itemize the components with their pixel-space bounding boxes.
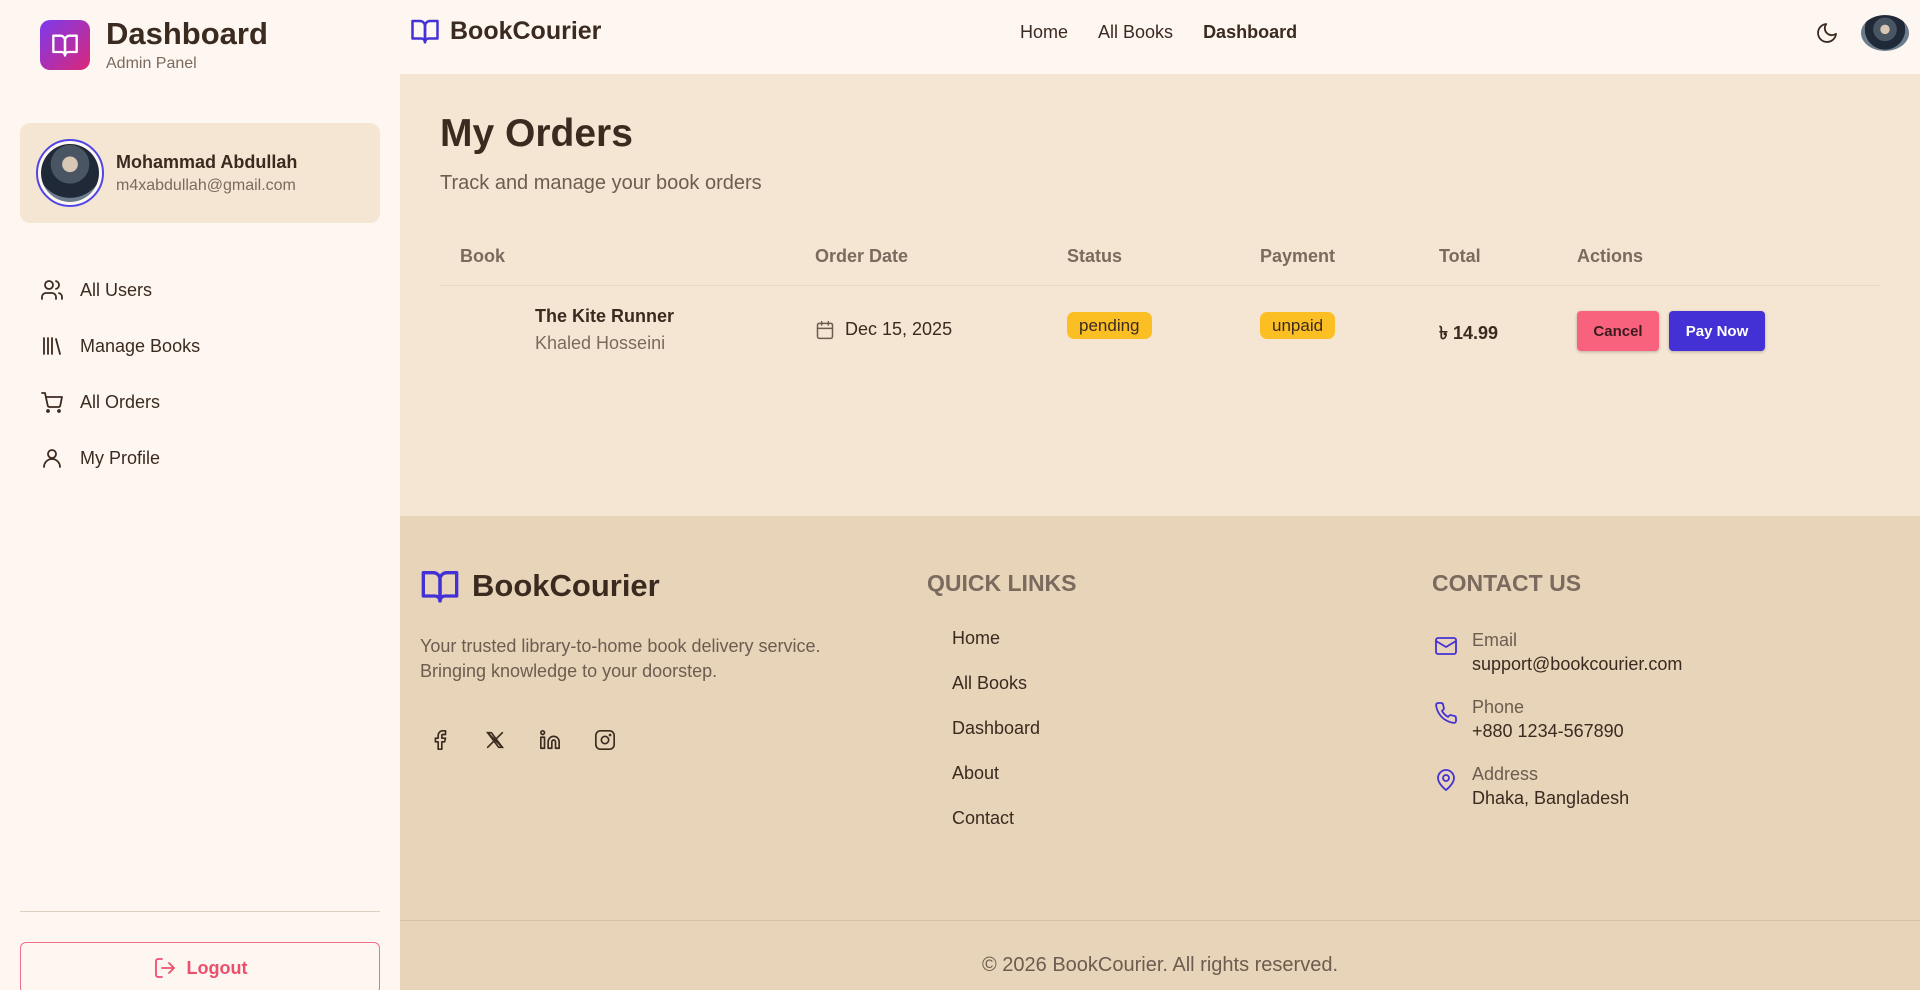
sidebar-title: Dashboard — [106, 16, 268, 51]
contact-phone: Phone +880 1234-567890 — [1432, 697, 1682, 742]
contact-email: Email support@bookcourier.com — [1432, 630, 1682, 675]
footer-brand[interactable]: BookCourier — [420, 566, 660, 606]
instagram-icon[interactable] — [587, 722, 623, 758]
book-open-icon — [420, 566, 460, 606]
status-cell: pending — [1067, 312, 1152, 339]
footer-divider — [400, 920, 1920, 921]
payment-cell: unpaid — [1260, 312, 1336, 339]
social-links — [422, 722, 642, 758]
contact-list: Email support@bookcourier.com Phone +880… — [1432, 630, 1682, 831]
sidebar-divider — [20, 911, 380, 912]
footer-link-dashboard[interactable]: Dashboard — [952, 718, 1040, 763]
moon-icon — [1815, 21, 1839, 50]
order-date: Dec 15, 2025 — [845, 319, 953, 339]
sidebar-item-label: My Profile — [80, 447, 161, 468]
table-row: The Kite Runner Khaled Hosseini Dec 15, … — [440, 286, 1880, 376]
map-pin-icon — [1432, 764, 1460, 809]
contact-address: Address Dhaka, Bangladesh — [1432, 764, 1682, 809]
sidebar-brand[interactable]: Dashboard Admin Panel — [40, 16, 268, 73]
quick-links: Home All Books Dashboard About Contact — [952, 628, 1040, 853]
quick-links-heading: QUICK LINKS — [927, 570, 1077, 596]
user-name: Mohammad Abdullah — [116, 151, 298, 172]
footer-description: Your trusted library-to-home book delive… — [420, 636, 821, 681]
column-header-total: Total — [1439, 246, 1481, 266]
status-badge: pending — [1067, 312, 1152, 339]
sidebar-item-all-users[interactable]: All Users — [40, 262, 380, 318]
table-header: Book Order Date Status Payment Total Act… — [440, 234, 1880, 286]
contact-heading: CONTACT US — [1432, 570, 1582, 596]
phone-icon — [1432, 697, 1460, 742]
book-open-icon — [40, 20, 90, 71]
top-brand-label: BookCourier — [450, 16, 602, 45]
nav-link-dashboard[interactable]: Dashboard — [1203, 22, 1297, 43]
logout-icon — [153, 956, 177, 980]
pay-now-button[interactable]: Pay Now — [1669, 311, 1765, 351]
column-header-order-date: Order Date — [815, 246, 909, 266]
users-icon — [40, 278, 64, 302]
orders-table: Book Order Date Status Payment Total Act… — [440, 234, 1880, 376]
sidebar-item-all-orders[interactable]: All Orders — [40, 374, 380, 430]
sidebar-subtitle: Admin Panel — [106, 54, 197, 72]
column-header-book: Book — [460, 246, 505, 266]
linkedin-icon[interactable] — [532, 722, 568, 758]
total-amount: ৳ 14.99 — [1439, 323, 1499, 343]
calendar-icon — [815, 320, 835, 340]
contact-value: Dhaka, Bangladesh — [1472, 788, 1630, 808]
footer-link-contact[interactable]: Contact — [952, 808, 1040, 853]
top-links: Home All Books Dashboard — [1020, 22, 1327, 43]
footer-link-home[interactable]: Home — [952, 628, 1040, 673]
avatar — [36, 139, 104, 207]
contact-value[interactable]: +880 1234-567890 — [1472, 721, 1624, 742]
x-twitter-icon[interactable] — [477, 722, 513, 758]
contact-label: Phone — [1472, 697, 1525, 717]
user-icon — [40, 446, 64, 470]
mail-icon — [1432, 630, 1460, 675]
footer-brand-label: BookCourier — [472, 568, 660, 603]
page-title: My Orders — [440, 112, 633, 155]
book-title[interactable]: The Kite Runner — [535, 306, 674, 327]
facebook-icon[interactable] — [422, 722, 458, 758]
footer-link-all-books[interactable]: All Books — [952, 673, 1040, 718]
page-subtitle: Track and manage your book orders — [440, 172, 762, 194]
book-cell: The Kite Runner Khaled Hosseini — [535, 306, 674, 354]
cancel-order-button[interactable]: Cancel — [1577, 311, 1659, 351]
footer-link-about[interactable]: About — [952, 763, 1040, 808]
nav-link-home[interactable]: Home — [1020, 22, 1068, 43]
top-brand[interactable]: BookCourier — [410, 16, 601, 46]
copyright: © 2026 BookCourier. All rights reserved. — [981, 954, 1339, 976]
user-card: Mohammad Abdullah m4xabdullah@gmail.com — [20, 123, 380, 223]
order-date-cell: Dec 15, 2025 — [815, 319, 952, 340]
column-header-actions: Actions — [1577, 246, 1644, 266]
column-header-status: Status — [1067, 246, 1123, 266]
column-header-payment: Payment — [1260, 246, 1336, 266]
sidebar-item-my-profile[interactable]: My Profile — [40, 430, 380, 486]
user-avatar-button[interactable] — [1861, 15, 1909, 51]
actions-cell: Cancel Pay Now — [1577, 311, 1765, 351]
contact-label: Address — [1472, 764, 1539, 784]
contact-value[interactable]: support@bookcourier.com — [1472, 654, 1682, 675]
main-content: My Orders Track and manage your book ord… — [400, 74, 1920, 516]
footer: BookCourier Your trusted library-to-home… — [400, 516, 1920, 990]
sidebar-nav: All Users Manage Books All Orders My Pro… — [40, 262, 380, 486]
sidebar-item-label: All Users — [80, 279, 153, 300]
contact-label: Email — [1472, 630, 1518, 650]
book-author: Khaled Hosseini — [535, 333, 666, 353]
sidebar-item-label: Manage Books — [80, 335, 201, 356]
book-open-icon — [410, 16, 440, 46]
logout-button[interactable]: Logout — [20, 942, 380, 990]
sidebar-item-manage-books[interactable]: Manage Books — [40, 318, 380, 374]
library-icon — [40, 334, 64, 358]
user-email: m4xabdullah@gmail.com — [116, 176, 296, 194]
nav-link-all-books[interactable]: All Books — [1098, 22, 1173, 43]
logout-label: Logout — [186, 957, 248, 978]
top-navbar: BookCourier Home All Books Dashboard — [400, 0, 1920, 74]
sidebar-item-label: All Orders — [80, 391, 161, 412]
cart-icon — [40, 390, 64, 414]
theme-toggle-button[interactable] — [1812, 20, 1842, 50]
payment-badge: unpaid — [1260, 312, 1336, 339]
sidebar: Dashboard Admin Panel Mohammad Abdullah … — [0, 0, 400, 990]
